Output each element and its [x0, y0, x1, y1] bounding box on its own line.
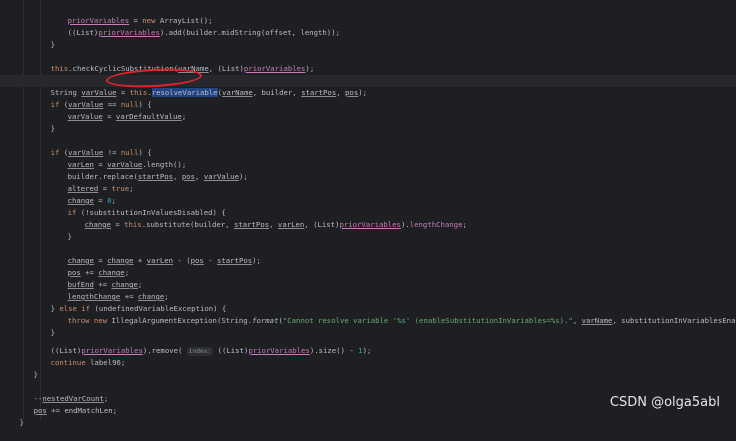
code-line[interactable]: varValue = varDefaultValue; — [0, 99, 187, 121]
code-line[interactable]: } — [0, 27, 55, 49]
code-line[interactable]: } — [0, 357, 38, 379]
code-line[interactable]: ((List)priorVariables).add(builder.midSt… — [0, 15, 340, 37]
code-line[interactable]: pos += endMatchLen; — [0, 393, 117, 415]
code-line[interactable]: } — [0, 219, 72, 241]
code-line[interactable]: priorVariables = new ArrayList(); — [0, 3, 213, 25]
code-line[interactable]: change = this.substitute(builder, startP… — [0, 207, 467, 229]
code-line[interactable]: throw new IllegalArgumentException(Strin… — [0, 303, 736, 325]
code-line[interactable]: change = change + varLen - (pos - startP… — [0, 243, 261, 265]
code-line[interactable]: varLen = varValue.length(); — [0, 147, 187, 169]
code-line[interactable]: change = 0; — [0, 183, 116, 205]
code-line[interactable]: } — [0, 111, 55, 133]
selected-method-name[interactable]: resolveVariable — [151, 88, 218, 97]
code-line[interactable]: } — [0, 405, 24, 427]
code-editor[interactable]: priorVariables = new ArrayList(); ((List… — [0, 0, 736, 427]
code-line[interactable]: if (varValue == null) { — [0, 87, 152, 109]
code-line[interactable]: pos += change; — [0, 255, 130, 277]
parameter-hint: index: — [186, 347, 214, 356]
code-line[interactable]: if (!substitutionInValuesDisabled) { — [0, 195, 226, 217]
code-line[interactable]: altered = true; — [0, 171, 134, 193]
code-line[interactable]: bufEnd += change; — [0, 267, 143, 289]
code-line[interactable]: --nestedVarCount; — [0, 381, 109, 403]
code-line[interactable]: ((List)priorVariables).remove( index: ((… — [0, 333, 371, 356]
code-line[interactable]: } else if (undefinedVariableException) { — [0, 291, 227, 313]
code-line[interactable]: } — [0, 315, 55, 337]
watermark: CSDN @olga5abl — [609, 395, 720, 410]
code-line[interactable]: builder.replace(startPos, pos, varValue)… — [0, 159, 248, 181]
code-line[interactable]: if (varValue != null) { — [0, 135, 152, 157]
code-line[interactable]: lengthChange += change; — [0, 279, 169, 301]
code-line[interactable]: continue label96; — [0, 345, 126, 367]
code-line[interactable]: this.checkCyclicSubstitution(varName, (L… — [0, 51, 315, 73]
